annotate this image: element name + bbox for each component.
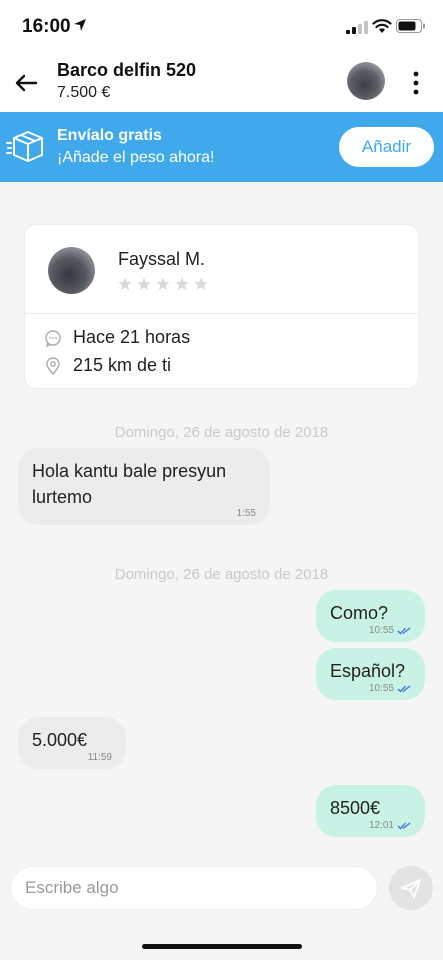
send-button[interactable]	[389, 866, 433, 910]
message-text: Como?	[330, 603, 389, 623]
home-indicator	[142, 944, 302, 949]
item-title[interactable]: Barco delfin 520	[57, 60, 196, 81]
message-outgoing[interactable]: 8500€ 12:01	[316, 785, 425, 837]
double-check-icon	[397, 684, 411, 692]
back-arrow-icon[interactable]	[10, 66, 44, 100]
message-text: Hola kantu bale presyun lurtemo	[32, 461, 227, 507]
item-price: 7.500 €	[57, 84, 111, 101]
last-seen-text: Hace 21 horas	[73, 327, 191, 347]
message-meta: 12:01	[369, 820, 411, 831]
message-outgoing[interactable]: Como? 10:55	[316, 590, 425, 642]
chat-bubble-icon	[45, 329, 61, 347]
message-incoming[interactable]: Hola kantu bale presyun lurtemo 1:55	[18, 448, 270, 525]
chat-header: Barco delfin 520 7.500 €	[0, 54, 443, 112]
message-time: 10:55	[368, 683, 394, 694]
avatar[interactable]	[48, 247, 95, 294]
message-incoming[interactable]: 5.000€ 11:59	[18, 717, 126, 769]
location-pin-icon	[46, 356, 60, 375]
message-text: Español?	[330, 661, 406, 681]
status-bar: 16:00	[0, 0, 443, 54]
double-check-icon	[397, 821, 411, 829]
location-arrow-icon	[74, 19, 86, 31]
message-meta: 1:55	[237, 508, 256, 519]
seller-profile-card[interactable]: Fayssal M. Hace 21 horas 215 km de ti	[24, 224, 419, 389]
star-icon	[194, 277, 208, 290]
date-separator: Domingo, 26 de agosto de 2018	[114, 424, 329, 441]
more-vertical-icon[interactable]	[405, 66, 427, 100]
message-outgoing[interactable]: Español? 10:55	[316, 648, 425, 700]
message-time: 10:55	[368, 625, 394, 636]
star-icon	[137, 277, 151, 290]
message-meta: 10:55	[369, 683, 411, 694]
shipping-subtitle: ¡Añade el peso ahora!	[57, 149, 215, 166]
item-thumbnail-avatar[interactable]	[347, 62, 385, 100]
distance-text: 215 km de ti	[73, 355, 172, 375]
shipping-banner: Envíalo gratis ¡Añade el peso ahora! Aña…	[0, 112, 443, 182]
message-meta: 10:55	[369, 625, 411, 636]
send-paper-plane-icon	[401, 879, 421, 898]
message-meta: 11:59	[88, 752, 112, 763]
signal-icon	[346, 21, 368, 34]
star-icon	[118, 277, 132, 290]
star-icon	[175, 277, 189, 290]
message-time: 12:01	[368, 820, 394, 831]
star-icon	[156, 277, 170, 290]
message-text: 8500€	[330, 798, 381, 818]
message-time: 1:55	[236, 508, 256, 519]
wifi-icon	[372, 19, 392, 33]
profile-name: Fayssal M.	[118, 249, 206, 269]
message-text: 5.000€	[32, 730, 88, 750]
status-time: 16:00	[22, 16, 71, 37]
shipping-title: Envíalo gratis	[57, 127, 162, 144]
distance-row: 215 km de ti	[43, 355, 171, 376]
double-check-icon	[397, 626, 411, 634]
message-input[interactable]	[25, 867, 365, 909]
last-seen-row: Hace 21 horas	[43, 327, 190, 348]
message-composer	[10, 866, 378, 910]
battery-icon	[396, 19, 425, 33]
message-time: 11:59	[87, 752, 112, 763]
date-separator: Domingo, 26 de agosto de 2018	[114, 566, 329, 583]
rating-stars	[118, 277, 208, 291]
package-box-icon	[6, 131, 43, 162]
add-weight-button[interactable]: Añadir	[339, 127, 434, 167]
divider	[25, 313, 418, 314]
